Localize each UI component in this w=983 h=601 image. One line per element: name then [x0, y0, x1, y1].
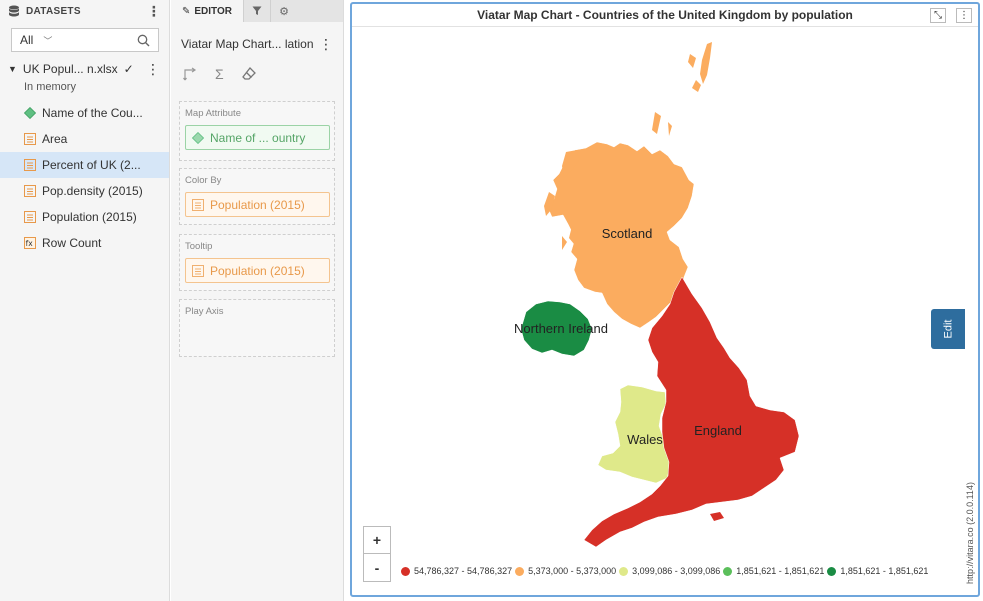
- metric-icon: [24, 133, 36, 145]
- editor-tabs: ✎ EDITOR ⚙: [171, 0, 343, 22]
- field-label: Row Count: [42, 236, 102, 250]
- edit-button[interactable]: Edit: [931, 309, 965, 349]
- slot-label: Play Axis: [185, 306, 224, 317]
- chevron-down-icon: ﹀: [43, 35, 53, 46]
- label-england: England: [694, 423, 742, 438]
- sigma-icon[interactable]: Σ: [215, 66, 224, 82]
- visualization-menu-icon[interactable]: ⋮: [319, 36, 333, 53]
- field-item[interactable]: Name of the Cou...: [0, 100, 169, 126]
- uk-map: Scotland Northern Ireland Wales England: [514, 42, 800, 548]
- legend-swatch: [619, 566, 629, 576]
- field-item[interactable]: Area: [0, 126, 169, 152]
- metric-icon: [192, 198, 204, 211]
- field-item[interactable]: Pop.density (2015): [0, 178, 169, 204]
- check-icon: ✓: [123, 62, 134, 76]
- pill-label: Population (2015): [210, 197, 305, 212]
- legend-label: 3,099,086 - 3,099,086: [632, 566, 721, 576]
- tooltip-slot[interactable]: Tooltip Population (2015): [179, 234, 335, 291]
- visualization-name-label: Viatar Map Chart... lation: [181, 37, 314, 51]
- filter-value: All: [20, 33, 34, 47]
- field-label: Name of the Cou...: [42, 106, 143, 120]
- dataset-status: In memory: [24, 81, 76, 93]
- tab-settings[interactable]: ⚙: [270, 0, 297, 22]
- field-label: Area: [42, 132, 68, 146]
- metric-icon: [24, 159, 36, 171]
- play-axis-slot[interactable]: Play Axis: [179, 299, 335, 357]
- field-label: Percent of UK (2...: [42, 158, 141, 172]
- metric-icon: [24, 185, 36, 197]
- label-northern-ireland: Northern Ireland: [514, 321, 608, 336]
- dataset-file[interactable]: ▼ UK Popul... n.xlsx ✓ ⋮: [0, 60, 169, 78]
- zoom-controls: + -: [363, 526, 391, 582]
- caret-down-icon[interactable]: ▼: [8, 64, 17, 74]
- editor-panel: ✎ EDITOR ⚙ Viatar Map Chart... lation ⋮ …: [171, 0, 344, 601]
- tab-editor[interactable]: ✎ EDITOR: [171, 0, 243, 22]
- visualization-name: Viatar Map Chart... lation ⋮: [171, 34, 343, 54]
- dataset-filter-dropdown[interactable]: All ﹀: [11, 28, 159, 52]
- label-wales: Wales: [627, 432, 663, 447]
- zoom-out-button[interactable]: -: [363, 554, 391, 582]
- attribute-diamond-icon: [24, 107, 36, 119]
- gear-icon: ⚙: [279, 5, 289, 18]
- map-legend: 54,786,327 - 54,786,327 5,373,000 - 5,37…: [398, 566, 928, 576]
- datasets-title: DATASETS: [26, 5, 81, 17]
- database-icon: [9, 5, 19, 17]
- region-england[interactable]: [583, 276, 800, 548]
- filter-icon: [252, 6, 262, 15]
- slot-label: Tooltip: [185, 241, 213, 252]
- legend-label: 54,786,327 - 54,786,327: [414, 566, 513, 576]
- vitara-credit-link[interactable]: http://vitara.co (2.0.0.114): [964, 469, 976, 597]
- map-chart: Viatar Map Chart - Countries of the Unit…: [350, 2, 980, 597]
- field-label: Population (2015): [42, 210, 137, 224]
- tab-filter[interactable]: [243, 0, 270, 22]
- eraser-icon[interactable]: [241, 67, 256, 81]
- pill-label: Population (2015): [210, 263, 305, 278]
- metric-icon: [24, 211, 36, 223]
- dataset-file-menu-icon[interactable]: ⋮: [146, 61, 160, 78]
- legend-swatch: [515, 566, 525, 576]
- fx-icon: fx: [24, 237, 36, 249]
- tooltip-pill[interactable]: Population (2015): [185, 258, 330, 283]
- legend-swatch: [723, 566, 733, 576]
- datasets-header: DATASETS ⋮: [0, 0, 169, 22]
- editor-toolbar: Σ: [171, 64, 343, 84]
- field-item[interactable]: Percent of UK (2...: [0, 152, 169, 178]
- color-by-slot[interactable]: Color By Population (2015): [179, 168, 335, 225]
- zoom-in-button[interactable]: +: [363, 526, 391, 554]
- slot-label: Color By: [185, 175, 222, 186]
- credit-text: http://vitara.co (2.0.0.114): [965, 482, 975, 584]
- datasets-panel: DATASETS ⋮ All ﹀ ▼ UK Popul... n.xlsx ✓ …: [0, 0, 170, 601]
- dataset-field-list: Name of the Cou... Area Percent of UK (2…: [0, 100, 169, 256]
- legend-swatch: [401, 566, 410, 576]
- legend-label: 1,851,621 - 1,851,621: [840, 566, 929, 576]
- attribute-diamond-icon: [192, 131, 204, 144]
- metric-icon: [192, 264, 204, 277]
- legend-label: 5,373,000 - 5,373,000: [528, 566, 617, 576]
- legend-swatch: [827, 566, 837, 576]
- svg-text:fx: fx: [26, 239, 34, 248]
- datasets-menu-icon[interactable]: ⋮: [147, 3, 161, 20]
- label-scotland: Scotland: [602, 226, 653, 241]
- pill-label: Name of ... ountry: [210, 130, 306, 145]
- region-england-isle-of-wight[interactable]: [710, 512, 724, 521]
- slot-label: Map Attribute: [185, 108, 241, 119]
- legend-label: 1,851,621 - 1,851,621: [736, 566, 825, 576]
- dataset-file-name: UK Popul... n.xlsx: [22, 62, 118, 76]
- color-by-pill[interactable]: Population (2015): [185, 192, 330, 217]
- map-attribute-slot[interactable]: Map Attribute Name of ... ountry: [179, 101, 335, 161]
- tab-editor-label: EDITOR: [194, 5, 232, 17]
- swap-axes-icon[interactable]: [183, 67, 197, 81]
- field-item[interactable]: Population (2015): [0, 204, 169, 230]
- search-icon[interactable]: [137, 34, 150, 47]
- field-item[interactable]: fx Row Count: [0, 230, 169, 256]
- pencil-icon: ✎: [182, 5, 191, 17]
- field-label: Pop.density (2015): [42, 184, 143, 198]
- edit-label: Edit: [942, 319, 954, 339]
- map-attribute-pill[interactable]: Name of ... ountry: [185, 125, 330, 150]
